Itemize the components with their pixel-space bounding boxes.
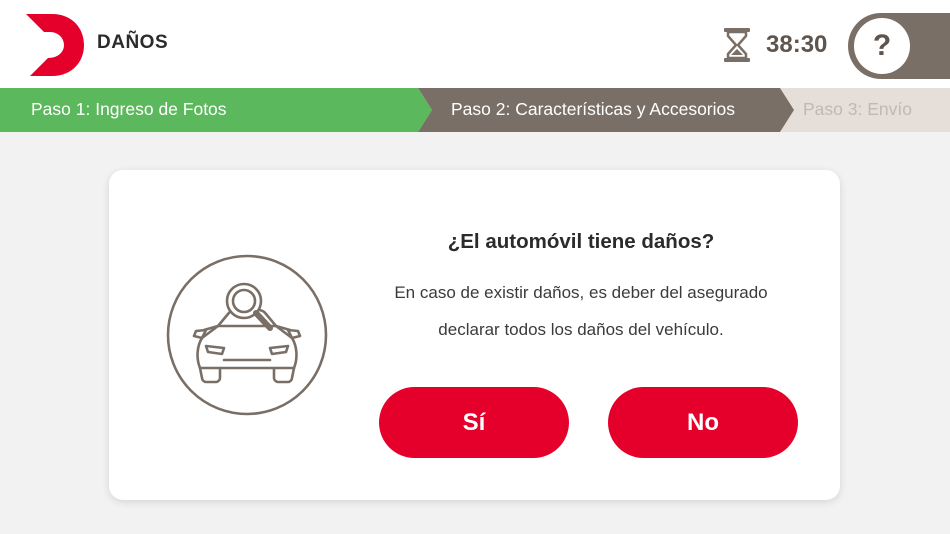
help-tab[interactable]: ?	[848, 13, 950, 79]
countdown-timer: 38:30	[722, 27, 827, 63]
damage-question-dialog: ¿El automóvil tiene daños? En caso de ex…	[109, 170, 840, 500]
dialog-question: ¿El automóvil tiene daños?	[447, 230, 715, 253]
dialog-description: En caso de existir daños, es deber del a…	[362, 274, 800, 348]
brand-logo	[26, 14, 84, 76]
no-button-label: No	[687, 408, 719, 436]
progress-steps: Paso 1: Ingreso de Fotos Paso 2: Caracte…	[0, 88, 950, 132]
app-header: DAÑOS 38:30 ?	[0, 0, 950, 88]
description-line-2: declarar todos los daños del vehículo.	[438, 320, 724, 339]
no-button[interactable]: No	[608, 387, 798, 458]
yes-button-label: Sí	[462, 408, 486, 436]
step-1-label: Paso 1: Ingreso de Fotos	[31, 99, 227, 119]
page-title: DAÑOS	[97, 32, 169, 53]
step-3-label: Paso 3: Envío	[803, 99, 912, 119]
step-2-label: Paso 2: Características y Accesorios	[451, 99, 735, 119]
timer-value: 38:30	[766, 31, 828, 58]
help-button[interactable]: ?	[854, 18, 910, 74]
description-line-1: En caso de existir daños, es deber del a…	[394, 283, 768, 302]
hourglass-icon	[724, 28, 750, 62]
help-icon: ?	[872, 29, 892, 62]
car-inspection-icon	[166, 254, 328, 416]
yes-button[interactable]: Sí	[379, 387, 569, 458]
